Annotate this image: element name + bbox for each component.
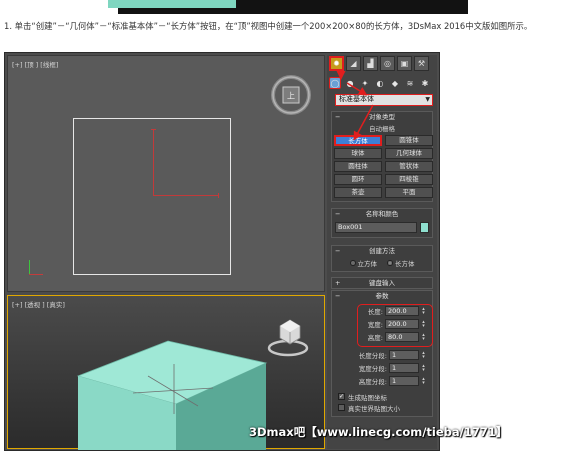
radio-off-icon xyxy=(349,260,356,266)
keyboard-entry-title: 键盘输入 xyxy=(369,279,395,287)
spinner-icon[interactable]: ▴ ▾ xyxy=(421,363,426,372)
height-segs-label: 高度分段: xyxy=(358,377,387,386)
width-segs-label: 宽度分段: xyxy=(358,364,387,373)
viewcube-icon[interactable]: 上 xyxy=(269,73,313,117)
box-radio[interactable]: 长方体 xyxy=(387,258,415,268)
max-window: [+] [顶 ] [线框] 上 [+] [透视] [真实] ✹ ◢ ▟ ◎ ▣… xyxy=(4,52,440,451)
height-segs-input[interactable]: 1 xyxy=(389,375,419,386)
real-world-label: 真实世界贴图大小 xyxy=(348,404,400,413)
pivot-line-vertical xyxy=(153,129,154,195)
width-segs-row: 宽度分段: 1 ▴ ▾ xyxy=(332,361,432,374)
cube-radio-label: 立方体 xyxy=(357,260,378,268)
length-segs-row: 长度分段: 1 ▴ ▾ xyxy=(332,348,432,361)
gen-mapping-label: 生成贴图坐标 xyxy=(348,393,387,402)
cube-radio[interactable]: 立方体 xyxy=(349,258,378,268)
checkbox-checked-icon[interactable]: ✓ xyxy=(338,393,345,400)
box-top-outline xyxy=(73,118,231,275)
world-axis-x xyxy=(29,274,43,275)
creation-method-header[interactable]: − 创建方法 xyxy=(332,246,432,256)
real-world-row[interactable]: 真实世界贴图大小 xyxy=(332,402,432,413)
keyboard-entry-header[interactable]: + 键盘输入 xyxy=(332,278,432,288)
box-radio-label: 长方体 xyxy=(395,260,415,268)
radio-on-icon xyxy=(387,260,393,266)
length-segs-label: 长度分段: xyxy=(358,351,387,360)
top-viewport-label[interactable]: [+] [顶 ] [线框] xyxy=(12,59,58,69)
creation-method-title: 创建方法 xyxy=(369,247,395,255)
dimensions-highlight xyxy=(357,304,433,347)
instruction-text: 1. 单击“创建”－“几何体”－“标准基本体”－“长方体”按钮，在“顶”视图中创… xyxy=(4,21,533,31)
name-row: Box001 xyxy=(332,219,432,237)
pivot-line-horizontal xyxy=(153,195,219,196)
top-viewport[interactable]: [+] [顶 ] [线框] 上 xyxy=(7,55,325,292)
spinner-icon[interactable]: ▴ ▾ xyxy=(421,376,426,385)
width-segs-input[interactable]: 1 xyxy=(389,362,419,373)
top-banner-accent xyxy=(108,0,236,8)
viewcube-face-label: 上 xyxy=(287,92,295,101)
arrow-geometry-to-dropdown xyxy=(346,82,368,96)
arrow-dropdown-to-box xyxy=(353,104,374,141)
spinner-icon[interactable]: ▴ ▾ xyxy=(421,350,426,359)
pivot-tick-right xyxy=(218,193,219,198)
watermark-text: 3Dmax吧【www.linecg.com/tieba/1771】 xyxy=(249,425,508,439)
parameters-title: 参数 xyxy=(375,292,389,300)
checkbox-unchecked-icon[interactable] xyxy=(338,404,345,411)
length-segs-input[interactable]: 1 xyxy=(389,349,419,360)
persp-viewcube-icon xyxy=(267,319,309,357)
pivot-tick-top xyxy=(151,129,156,130)
perspective-viewport-label[interactable]: [+] [透视 ] [真实] xyxy=(12,299,65,309)
height-segs-row: 高度分段: 1 ▴ ▾ xyxy=(332,374,432,387)
creation-method-options: 立方体 长方体 xyxy=(332,256,432,271)
world-axis-y xyxy=(29,260,30,274)
creation-method-rollout: − 创建方法 立方体 长方体 xyxy=(331,245,433,272)
object-name-input[interactable]: Box001 xyxy=(335,222,418,233)
keyboard-entry-rollout: + 键盘输入 xyxy=(331,277,433,289)
collapse-icon: − xyxy=(335,247,341,255)
annotation-arrows xyxy=(336,71,374,141)
expand-icon: + xyxy=(335,279,341,287)
object-color-swatch[interactable] xyxy=(420,222,429,233)
gen-mapping-row[interactable]: ✓ 生成贴图坐标 xyxy=(332,391,432,402)
parameters-header[interactable]: − 参数 xyxy=(332,291,432,301)
collapse-icon: − xyxy=(335,292,341,300)
